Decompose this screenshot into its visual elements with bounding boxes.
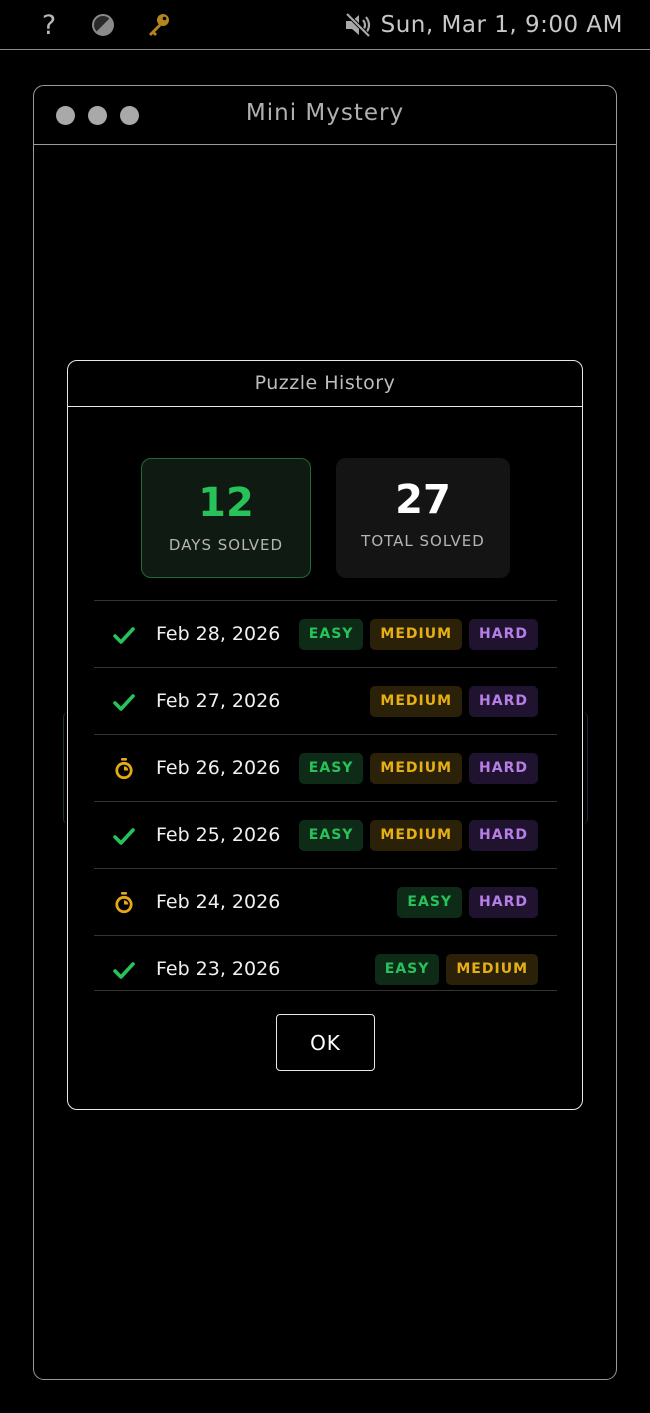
history-row[interactable]: Feb 24, 2026 EASY HARD bbox=[94, 869, 557, 936]
help-glyph: ? bbox=[41, 9, 57, 41]
badge-easy: EASY bbox=[298, 619, 364, 650]
dialog-title: Puzzle History bbox=[254, 372, 396, 394]
history-list[interactable]: Feb 28, 2026 EASY MEDIUM HARD Feb 27, 2026 ME… bbox=[94, 600, 557, 991]
dialog-header: Puzzle History bbox=[68, 361, 582, 407]
history-date: Feb 27, 2026 bbox=[156, 690, 281, 712]
badge-medium: MEDIUM bbox=[446, 954, 538, 985]
badge-easy: EASY bbox=[298, 753, 364, 784]
history-row[interactable]: Feb 25, 2026 EASY MEDIUM HARD bbox=[94, 802, 557, 869]
speaker-muted-icon[interactable] bbox=[342, 10, 374, 40]
days-solved-label: DAYS SOLVED bbox=[168, 536, 284, 554]
history-date: Feb 24, 2026 bbox=[156, 891, 281, 913]
puzzle-history-dialog: Puzzle History 12 DAYS SOLVED 27 TOTAL S… bbox=[67, 360, 583, 1110]
checkmark-icon bbox=[112, 958, 136, 982]
badge-easy: EASY bbox=[397, 887, 463, 918]
contrast-icon[interactable] bbox=[90, 10, 116, 40]
badge-easy: EASY bbox=[374, 954, 440, 985]
difficulty-badges: EASY MEDIUM bbox=[374, 954, 538, 985]
difficulty-badges: MEDIUM HARD bbox=[370, 686, 538, 717]
days-solved-card: 12 DAYS SOLVED bbox=[141, 458, 311, 578]
difficulty-badges: EASY MEDIUM HARD bbox=[298, 820, 538, 851]
badge-medium: MEDIUM bbox=[370, 753, 463, 784]
badge-hard: HARD bbox=[469, 619, 538, 650]
difficulty-badges: EASY MEDIUM HARD bbox=[298, 619, 538, 650]
key-icon[interactable] bbox=[144, 10, 174, 40]
menu-clock: Sun, Mar 1, 9:00 AM bbox=[380, 12, 623, 38]
badge-medium: MEDIUM bbox=[370, 686, 463, 717]
days-solved-value: 12 bbox=[198, 480, 254, 526]
history-row[interactable]: Feb 26, 2026 EASY MEDIUM HARD bbox=[94, 735, 557, 802]
history-date: Feb 23, 2026 bbox=[156, 958, 281, 980]
badge-easy: EASY bbox=[298, 820, 364, 851]
badge-hard: HARD bbox=[469, 753, 538, 784]
badge-medium: MEDIUM bbox=[370, 619, 463, 650]
checkmark-icon bbox=[112, 824, 136, 848]
menu-bar: ? Sun, Mar 1, 9:00 AM bbox=[0, 0, 650, 50]
history-row[interactable]: Feb 27, 2026 MEDIUM HARD bbox=[94, 668, 557, 735]
history-row[interactable]: Feb 23, 2026 EASY MEDIUM bbox=[94, 936, 557, 991]
history-date: Feb 28, 2026 bbox=[156, 623, 281, 645]
window-title: Mini Mystery bbox=[245, 100, 405, 126]
total-solved-value: 27 bbox=[395, 477, 451, 523]
background-panel-edge bbox=[583, 712, 588, 824]
window-titlebar[interactable]: Mini Mystery bbox=[34, 86, 616, 145]
checkmark-icon bbox=[112, 690, 136, 714]
checkmark-icon bbox=[112, 623, 136, 647]
badge-hard: HARD bbox=[469, 686, 538, 717]
history-date: Feb 25, 2026 bbox=[156, 824, 281, 846]
total-solved-card: 27 TOTAL SOLVED bbox=[336, 458, 510, 578]
badge-hard: HARD bbox=[469, 820, 538, 851]
badge-hard: HARD bbox=[469, 887, 538, 918]
history-row[interactable]: Feb 28, 2026 EASY MEDIUM HARD bbox=[94, 601, 557, 668]
difficulty-badges: EASY MEDIUM HARD bbox=[298, 753, 538, 784]
difficulty-badges: EASY HARD bbox=[397, 887, 538, 918]
total-solved-label: TOTAL SOLVED bbox=[361, 532, 485, 550]
badge-medium: MEDIUM bbox=[370, 820, 463, 851]
history-date: Feb 26, 2026 bbox=[156, 757, 281, 779]
help-icon[interactable]: ? bbox=[36, 9, 62, 41]
ok-button[interactable]: OK bbox=[276, 1014, 375, 1071]
timer-icon bbox=[112, 757, 136, 781]
timer-icon bbox=[112, 891, 136, 915]
